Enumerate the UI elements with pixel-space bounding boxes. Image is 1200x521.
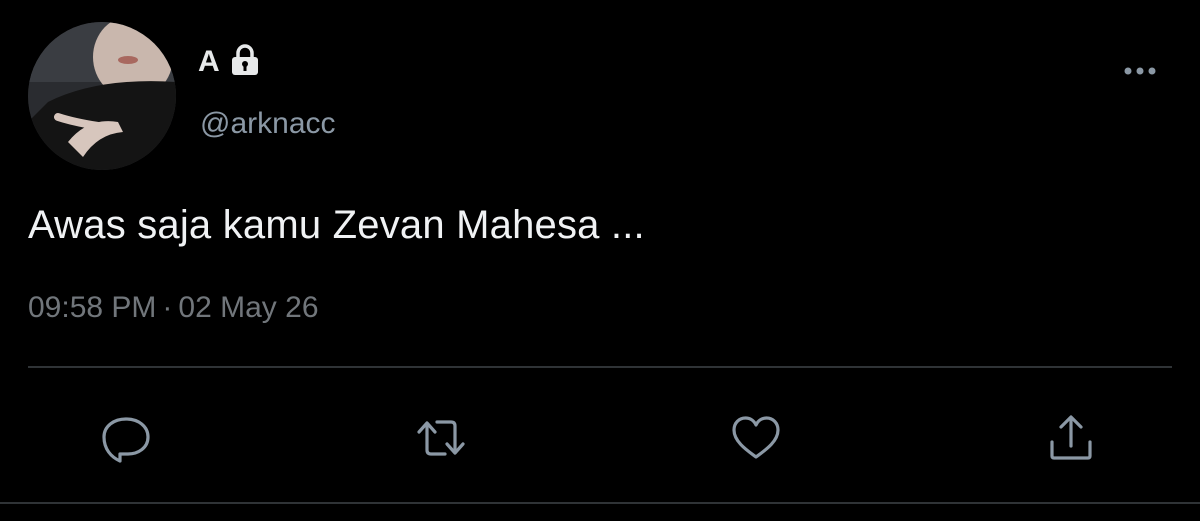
reply-button[interactable] xyxy=(98,410,154,466)
display-name-row: A xyxy=(198,42,262,82)
heart-outline-icon xyxy=(732,416,780,459)
more-options-button[interactable] xyxy=(1120,58,1160,84)
lock-icon xyxy=(228,43,262,77)
retweet-arrows-icon xyxy=(417,420,465,456)
meta-separator: · xyxy=(162,291,173,324)
divider-bottom xyxy=(0,502,1200,504)
divider xyxy=(28,366,1172,368)
tweet-detail: A @arknacc Awas saja kamu Zevan Mahesa .… xyxy=(0,0,1200,521)
user-handle[interactable]: @arknacc xyxy=(200,104,336,144)
avatar-image xyxy=(28,22,176,170)
share-upload-icon xyxy=(1050,415,1092,460)
retweet-button[interactable] xyxy=(413,410,469,466)
share-button[interactable] xyxy=(1043,410,1099,466)
tweet-date: 02 May 26 xyxy=(178,291,319,324)
speech-bubble-icon xyxy=(102,417,150,463)
like-button[interactable] xyxy=(728,410,784,466)
display-name[interactable]: A xyxy=(198,42,220,82)
tweet-time: 09:58 PM xyxy=(28,291,157,324)
avatar[interactable] xyxy=(28,22,176,170)
more-horizontal-icon xyxy=(1124,67,1156,75)
tweet-timestamp[interactable]: 09:58 PM · 02 May 26 xyxy=(28,288,319,328)
tweet-text: Awas saja kamu Zevan Mahesa ... xyxy=(28,203,645,247)
